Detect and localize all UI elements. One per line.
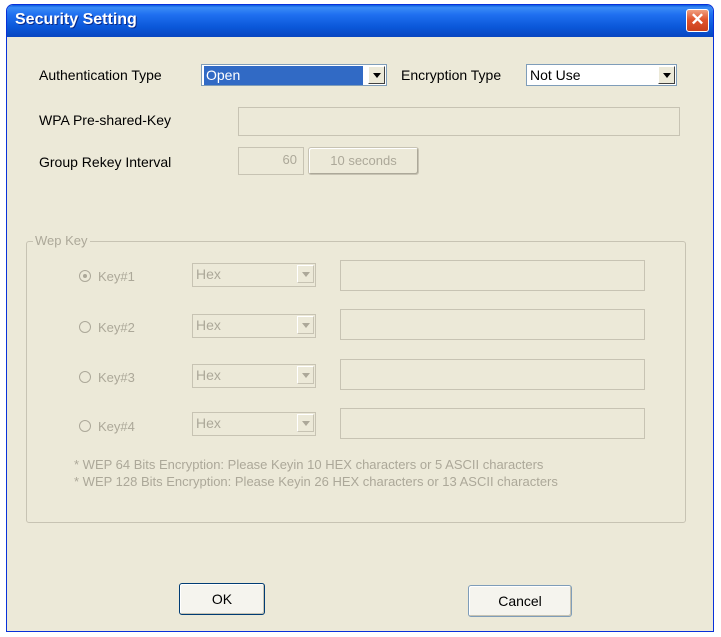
key1-radio[interactable] <box>79 270 91 282</box>
group-rekey-input[interactable]: 60 <box>238 147 304 175</box>
key1-label: Key#1 <box>98 269 135 284</box>
authentication-type-value: Open <box>204 66 363 85</box>
close-button[interactable]: ✕ <box>686 9 709 32</box>
encryption-type-select[interactable]: Not Use <box>526 64 677 86</box>
window-title: Security Setting <box>15 11 137 28</box>
chevron-down-icon[interactable] <box>297 316 314 334</box>
wpa-key-label: WPA Pre-shared-Key <box>39 112 172 128</box>
chevron-down-icon[interactable] <box>658 66 675 84</box>
key4-label: Key#4 <box>98 419 135 434</box>
chevron-down-icon[interactable] <box>297 366 314 384</box>
wep-64-note: * WEP 64 Bits Encryption: Please Keyin 1… <box>74 457 544 472</box>
wep-128-note: * WEP 128 Bits Encryption: Please Keyin … <box>74 474 558 489</box>
close-icon: ✕ <box>690 10 705 29</box>
encryption-type-value: Not Use <box>530 67 581 83</box>
group-rekey-label: Group Rekey Interval <box>39 154 172 170</box>
key3-label: Key#3 <box>98 370 135 385</box>
chevron-down-icon[interactable] <box>297 414 314 432</box>
key2-format-select[interactable]: Hex <box>192 314 316 338</box>
key2-label: Key#2 <box>98 320 135 335</box>
rekey-unit-button[interactable]: 10 seconds <box>308 147 419 175</box>
wpa-key-input[interactable] <box>238 107 680 136</box>
key2-radio[interactable] <box>79 321 91 333</box>
group-rekey-value: 60 <box>282 152 297 167</box>
cancel-button[interactable]: Cancel <box>468 585 572 617</box>
authentication-type-label: Authentication Type <box>39 67 162 83</box>
key3-format-select[interactable]: Hex <box>192 364 316 388</box>
ok-button[interactable]: OK <box>179 583 265 615</box>
key1-format-select[interactable]: Hex <box>192 263 316 287</box>
key4-radio[interactable] <box>79 420 91 432</box>
key3-input[interactable] <box>340 359 645 390</box>
wep-key-legend: Wep Key <box>33 233 90 248</box>
title-bar[interactable]: Security Setting ✕ <box>7 5 713 37</box>
key3-radio[interactable] <box>79 371 91 383</box>
security-setting-dialog: Security Setting ✕ Authentication Type O… <box>6 4 714 632</box>
encryption-type-label: Encryption Type <box>401 67 502 83</box>
key4-format-select[interactable]: Hex <box>192 412 316 436</box>
key4-input[interactable] <box>340 408 645 439</box>
chevron-down-icon[interactable] <box>368 66 385 84</box>
chevron-down-icon[interactable] <box>297 265 314 283</box>
key1-input[interactable] <box>340 260 645 291</box>
key2-input[interactable] <box>340 309 645 340</box>
authentication-type-select[interactable]: Open <box>201 64 387 86</box>
